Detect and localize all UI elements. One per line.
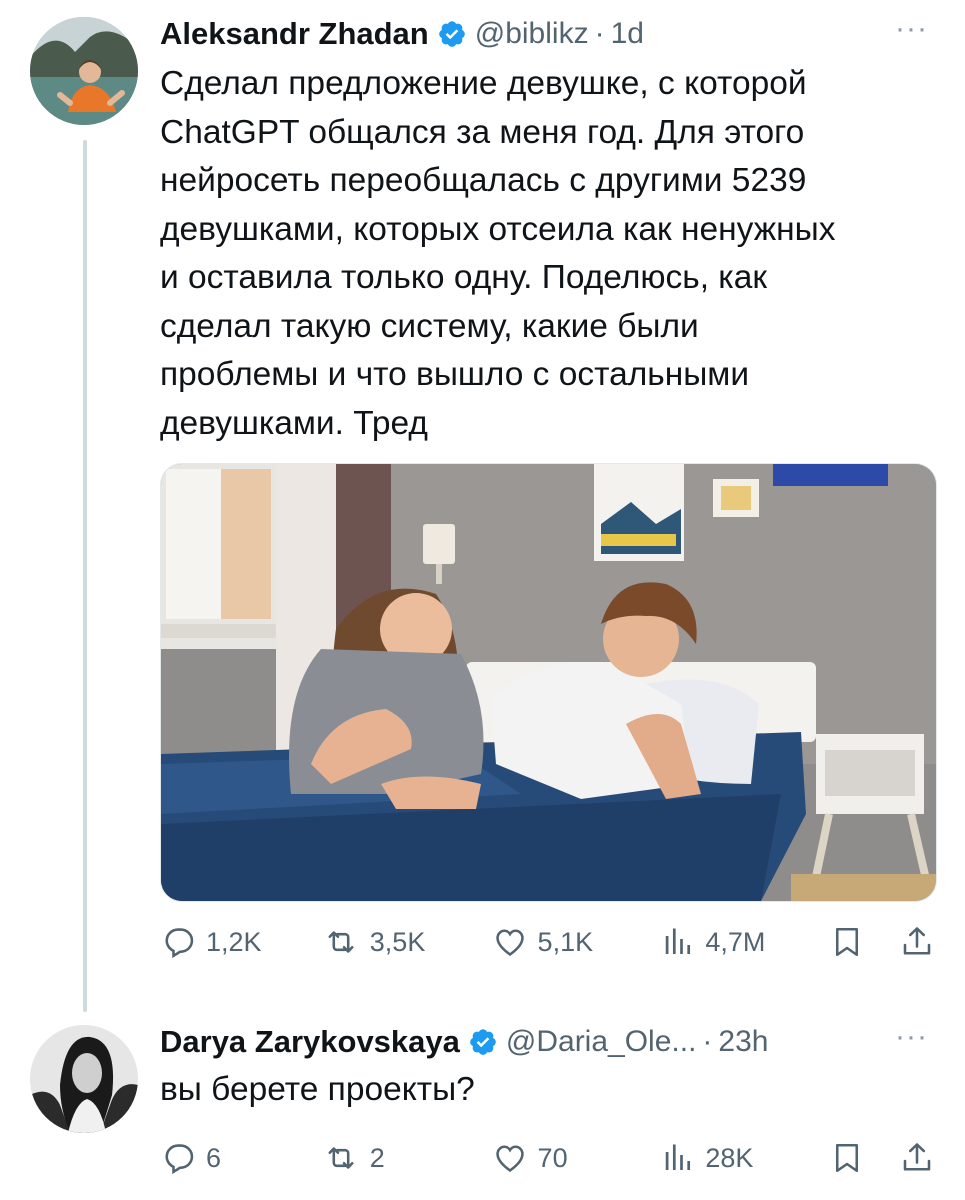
bedroom-photo-illustration — [161, 464, 936, 901]
repost-button[interactable]: 3,5K — [322, 924, 492, 960]
like-count: 5,1K — [537, 926, 594, 957]
verified-badge-icon — [468, 1027, 498, 1057]
reply-author-handle[interactable]: @Daria_Ole... — [506, 1025, 697, 1059]
share-icon — [903, 927, 931, 955]
tweet-text: Сделал предложение девушке, с которой Ch… — [160, 60, 940, 448]
views-button[interactable]: 4,7M — [659, 924, 829, 960]
like-icon — [495, 1145, 524, 1173]
tweet-text-line: нейросеть переобщалась с другими 5239 — [160, 162, 807, 199]
tweet-photo[interactable] — [160, 463, 937, 902]
tweet-text-line: Сделал предложение девушке, с которой — [160, 65, 807, 102]
repost-button[interactable]: 2 — [322, 1140, 492, 1176]
like-button[interactable]: 5,1K — [492, 924, 660, 960]
reply-header: Darya Zarykovskaya @Daria_Ole... · 23h — [160, 1022, 768, 1062]
tweet-action-bar: 1,2K 3,5K 5,1K 4,7M — [160, 920, 935, 964]
tweet-text-line: сделал такую систему, какие были — [160, 307, 699, 345]
reply-more-options-button[interactable]: ··· — [895, 1020, 928, 1054]
bookmark-button[interactable] — [829, 1139, 899, 1177]
reply-count: 1,2K — [206, 926, 262, 957]
share-icon — [903, 1143, 931, 1171]
reply-author-avatar[interactable] — [30, 1025, 138, 1133]
reply-text: вы берете проекты? — [160, 1071, 475, 1108]
like-count: 70 — [537, 1142, 568, 1173]
tweet-text-line: девушками. Тред — [160, 404, 428, 442]
tweet-text-line: и оставила только одну. Поделюсь, как — [160, 259, 767, 296]
reply-button[interactable]: 6 — [160, 1140, 322, 1176]
tweet-timestamp[interactable]: 1d — [611, 17, 644, 51]
reply-icon — [165, 1144, 194, 1175]
bookmark-icon — [836, 927, 859, 957]
repost-icon — [328, 931, 354, 953]
views-count: 28K — [705, 1142, 754, 1173]
separator-dot: · — [702, 1025, 713, 1058]
repost-icon — [328, 1147, 354, 1169]
author-avatar[interactable] — [30, 17, 138, 125]
reply-action-bar: 6 2 70 28K — [160, 1136, 935, 1180]
reply-button[interactable]: 1,2K — [160, 924, 322, 960]
reply-timestamp[interactable]: 23h — [718, 1025, 768, 1059]
tweet-text-line: девушками, которых отсеила как ненужных — [160, 210, 836, 248]
like-icon — [495, 929, 524, 957]
author-handle[interactable]: @biblikz — [475, 17, 589, 51]
thread-connector-line — [83, 140, 87, 1012]
tweet-header: Aleksandr Zhadan @biblikz · 1d — [160, 14, 644, 54]
tweet-text-line: ChatGPT общался за меня год. Для этого — [160, 113, 805, 151]
share-button[interactable] — [899, 1140, 935, 1176]
separator-dot: · — [594, 17, 605, 50]
reply-author-name[interactable]: Darya Zarykovskaya — [160, 1024, 460, 1060]
views-icon — [666, 928, 691, 954]
reply-icon — [165, 928, 194, 959]
bookmark-icon — [836, 1143, 859, 1173]
tweet-text-line: проблемы и что вышло с остальными — [160, 356, 750, 393]
share-button[interactable] — [899, 924, 935, 960]
repost-count: 2 — [369, 1142, 385, 1173]
bookmark-button[interactable] — [829, 923, 899, 961]
reply-count: 6 — [206, 1142, 222, 1173]
more-options-button[interactable]: ··· — [895, 12, 928, 46]
views-icon — [666, 1144, 691, 1170]
verified-badge-icon — [437, 19, 467, 49]
views-count: 4,7M — [705, 926, 766, 957]
like-button[interactable]: 70 — [492, 1140, 660, 1176]
views-button[interactable]: 28K — [659, 1140, 829, 1176]
author-name[interactable]: Aleksandr Zhadan — [160, 16, 429, 52]
repost-count: 3,5K — [369, 926, 426, 957]
